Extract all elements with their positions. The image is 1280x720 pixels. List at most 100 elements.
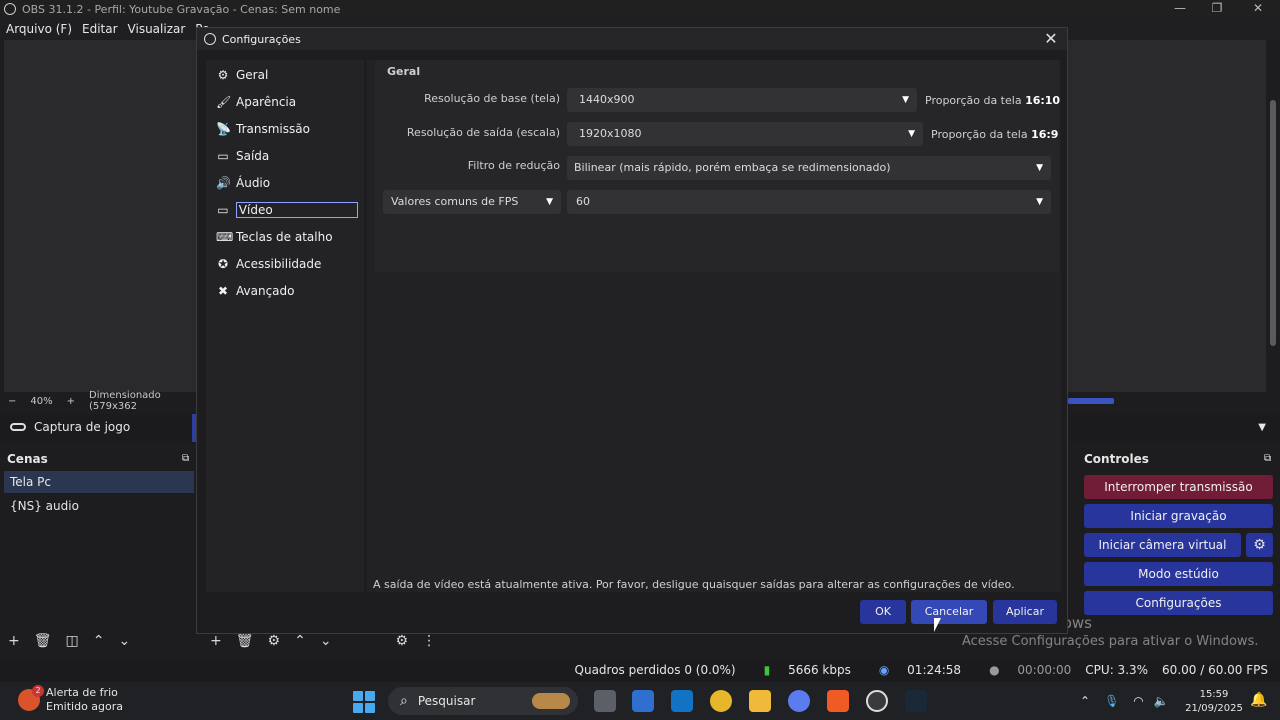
undock-icon[interactable]: ⧉ <box>182 453 189 464</box>
nav-item-avancado[interactable]: ✖ Avançado <box>216 282 358 300</box>
cancel-button[interactable]: Cancelar <box>911 600 987 624</box>
nav-item-saida[interactable]: ▭ Saída <box>216 147 358 165</box>
output-resolution-select[interactable]: 1920x1080 ▼ <box>567 122 923 146</box>
task-view-icon[interactable] <box>594 690 616 712</box>
dialog-close-button[interactable]: ✕ <box>1041 28 1061 50</box>
nav-label: Transmissão <box>236 122 310 136</box>
system-tray: ⌃ 🎙 ◠ 🔈 <box>1080 682 1169 720</box>
mixer-settings-icon[interactable]: ⚙ <box>396 633 409 649</box>
video-general-group: Geral Resolução de base (tela) 1440x900 … <box>375 60 1060 272</box>
chrome-icon[interactable] <box>710 690 732 712</box>
nav-label: Áudio <box>236 176 271 190</box>
fps-type-select[interactable]: Valores comuns de FPS ▼ <box>383 190 561 214</box>
move-up-icon[interactable]: ⌃ <box>93 633 105 649</box>
studio-mode-button[interactable]: Modo estúdio <box>1084 562 1273 586</box>
file-explorer-icon[interactable] <box>749 690 771 712</box>
bitrate: ▮ 5666 kbps <box>750 663 851 677</box>
ok-button[interactable]: OK <box>860 600 906 624</box>
notification-bell-icon[interactable]: 🔔 <box>1250 692 1267 708</box>
more-icon[interactable]: ⋮ <box>422 633 436 649</box>
scene-item-tela-pc[interactable]: Tela Pc <box>4 471 194 493</box>
nav-item-geral[interactable]: ⚙ Geral <box>216 66 358 84</box>
obs-taskbar-icon[interactable] <box>866 690 888 712</box>
mouse-cursor-icon <box>934 618 941 632</box>
copilot-icon[interactable] <box>788 690 810 712</box>
dropped-frames: Quadros perdidos 0 (0.0%) <box>574 663 736 677</box>
rec-time: ● 00:00:00 <box>975 663 1071 677</box>
chevron-down-icon[interactable]: ▼ <box>1258 422 1266 433</box>
outlook-icon[interactable] <box>671 690 693 712</box>
chevron-down-icon: ▼ <box>902 95 909 105</box>
obs-logo-icon <box>204 33 216 45</box>
notification-badge: 2 <box>32 685 44 697</box>
fps-value-select[interactable]: 60 ▼ <box>567 190 1051 214</box>
steam-icon[interactable] <box>905 690 927 712</box>
filter-icon[interactable]: ◫ <box>66 633 79 649</box>
nav-item-teclas[interactable]: ⌨ Teclas de atalho <box>216 228 358 246</box>
horizontal-scrollbar[interactable] <box>1068 398 1114 404</box>
base-resolution-select[interactable]: 1440x900 ▼ <box>567 88 917 112</box>
apply-button[interactable]: Aplicar <box>993 600 1057 624</box>
move-down-icon[interactable]: ⌄ <box>118 633 130 649</box>
zoom-out-button[interactable]: − <box>8 396 16 407</box>
nav-item-video[interactable]: ▭ Vídeo <box>216 201 358 219</box>
settings-content: Geral Resolução de base (tela) 1440x900 … <box>367 60 1061 592</box>
controls-undock-icon[interactable]: ⧉ <box>1264 453 1271 464</box>
brave-icon[interactable] <box>827 690 849 712</box>
close-window-button[interactable]: ✕ <box>1238 1 1278 15</box>
source-selector[interactable]: Captura de jogo <box>10 420 130 434</box>
wifi-icon[interactable]: ◠ <box>1133 694 1143 708</box>
tray-overflow-icon[interactable]: ⌃ <box>1080 694 1090 708</box>
remove-source-icon[interactable]: 🗑 <box>236 633 254 649</box>
taskbar-clock[interactable]: 15:59 21/09/2025 <box>1184 688 1244 716</box>
virtual-cam-settings-button[interactable]: ⚙ <box>1246 533 1273 557</box>
nav-label: Geral <box>236 68 269 82</box>
add-source-icon[interactable]: + <box>210 633 222 649</box>
output-resolution-value: 1920x1080 <box>579 127 642 140</box>
cpu-usage: CPU: 3.3% <box>1085 663 1149 677</box>
source-up-icon[interactable]: ⌃ <box>294 633 306 649</box>
accessibility-icon: ✪ <box>217 257 229 271</box>
scene-item-ns-audio[interactable]: {NS} audio <box>4 495 194 517</box>
nav-item-aparencia[interactable]: 🖌 Aparência <box>216 93 358 111</box>
status-bar: Quadros perdidos 0 (0.0%) ▮ 5666 kbps ◉ … <box>0 658 1280 682</box>
clock-date: 21/09/2025 <box>1185 703 1243 714</box>
menu-visualizar[interactable]: Visualizar <box>128 22 186 36</box>
nav-label: Avançado <box>236 284 295 298</box>
taskbar-search[interactable]: ⌕ Pesquisar <box>388 687 578 715</box>
notification-subtitle: Emitido agora <box>46 700 124 713</box>
signal-icon: ▮ <box>763 663 771 677</box>
stop-stream-button[interactable]: Interromper transmissão <box>1084 475 1273 499</box>
downscale-filter-select[interactable]: Bilinear (mais rápido, porém embaça se r… <box>567 156 1051 180</box>
base-aspect-ratio: Proporção da tela 16:10 <box>925 94 1060 107</box>
zoom-in-button[interactable]: + <box>67 396 75 407</box>
base-ratio-prefix: Proporção da tela <box>925 94 1022 107</box>
chevron-down-icon: ▼ <box>546 197 553 207</box>
controls-title: Controles <box>1084 452 1149 466</box>
fps-type-value: Valores comuns de FPS <box>391 195 519 208</box>
settings-button[interactable]: Configurações <box>1084 591 1273 615</box>
nav-label: Aparência <box>236 95 297 109</box>
start-recording-button[interactable]: Iniciar gravação <box>1084 504 1273 528</box>
nav-item-acessibilidade[interactable]: ✪ Acessibilidade <box>216 255 358 273</box>
source-settings-icon[interactable]: ⚙ <box>268 633 281 649</box>
microsoft-store-icon[interactable] <box>632 690 654 712</box>
menu-editar[interactable]: Editar <box>82 22 118 36</box>
source-down-icon[interactable]: ⌄ <box>320 633 332 649</box>
start-virtual-cam-button[interactable]: Iniciar câmera virtual <box>1084 533 1241 557</box>
nav-item-audio[interactable]: 🔊 Áudio <box>216 174 358 192</box>
nav-item-transmissao[interactable]: 📡 Transmissão <box>216 120 358 138</box>
menu-arquivo[interactable]: Arquivo (F) <box>6 22 72 36</box>
volume-icon[interactable]: 🔈 <box>1154 694 1169 708</box>
preview-scrollbar[interactable] <box>1270 100 1276 346</box>
add-scene-icon[interactable]: + <box>8 633 20 649</box>
minimize-button[interactable]: — <box>1160 1 1200 15</box>
trash-icon[interactable]: 🗑 <box>34 633 52 649</box>
downscale-filter-label: Filtro de redução <box>467 159 560 172</box>
maximize-button[interactable]: ❐ <box>1197 1 1237 15</box>
base-ratio-value: 16:10 <box>1025 94 1061 107</box>
microphone-icon[interactable]: 🎙 <box>1104 694 1119 708</box>
windows-start-icon[interactable] <box>353 691 375 713</box>
weather-notification[interactable]: 2 Alerta de frio Emitido agora <box>18 685 124 714</box>
window-title: OBS 31.1.2 - Perfil: Youtube Gravação - … <box>22 2 341 16</box>
